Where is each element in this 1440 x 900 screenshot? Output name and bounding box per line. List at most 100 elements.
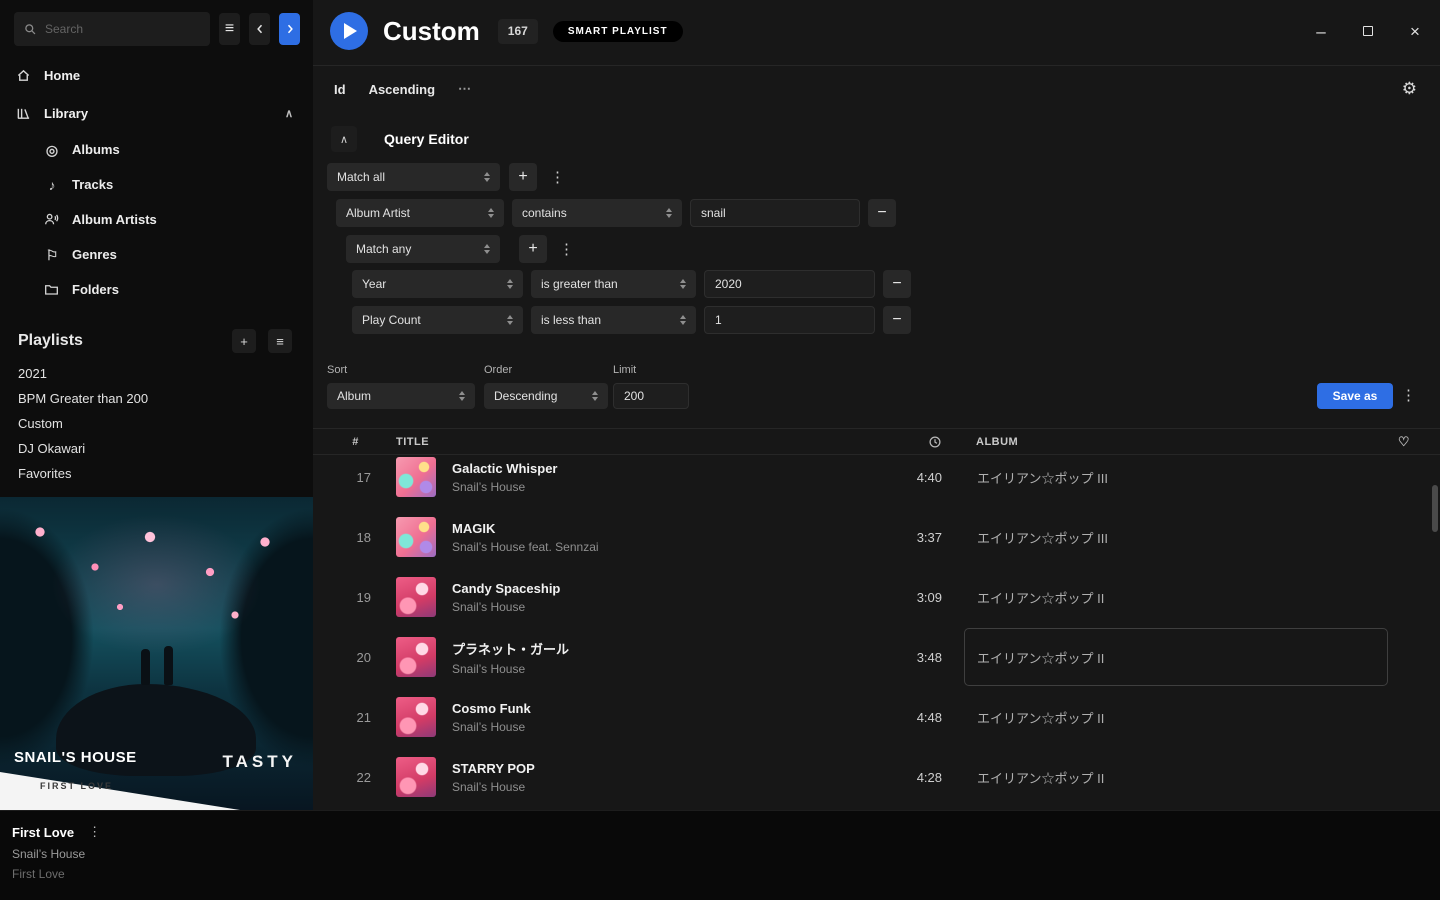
rule-field-select[interactable]: Album Artist [336,199,504,227]
column-title[interactable]: TITLE [396,436,862,448]
now-playing-artist[interactable]: Snail’s House [12,847,101,861]
table-row[interactable]: 22 STARRY POP Snail’s House 4:28 エイリアン☆ポ… [313,747,1440,807]
now-playing-album[interactable]: First Love [12,867,101,881]
table-row[interactable]: 18 MAGIK Snail’s House feat. Sennzai 3:3… [313,507,1440,567]
remove-rule-button[interactable]: − [868,199,896,227]
rule-operator-select[interactable]: contains [512,199,682,227]
close-button[interactable]: × [1406,22,1424,40]
table-row[interactable]: 17 Galactic Whisper Snail’s House 4:40 エ… [313,456,1440,507]
playlist-item[interactable]: BPM Greater than 200 [0,386,313,411]
playlist-list-button[interactable]: ≡ [268,329,292,353]
column-favorite[interactable]: ♡ [1398,434,1410,450]
minimize-button[interactable]: – [1312,22,1330,40]
chevron-up-icon: ∧ [340,134,348,146]
order-label: Order [484,364,512,376]
rule-field-select[interactable]: Year [352,270,523,298]
clock-icon [928,435,942,449]
order-select[interactable]: Descending [484,383,608,409]
add-playlist-button[interactable]: + [232,329,256,353]
sidebar-item-home[interactable]: Home [0,56,313,94]
track-album[interactable]: エイリアン☆ポップ III [964,456,1388,506]
sidebar-item-album-artists[interactable]: Album Artists [0,202,313,237]
track-number: 22 [340,770,371,785]
track-album[interactable]: エイリアン☆ポップ II [964,628,1388,686]
scrollbar-thumb[interactable] [1432,485,1438,532]
playlist-item[interactable]: 2021 [0,361,313,386]
track-album[interactable]: エイリアン☆ポップ III [964,508,1388,566]
limit-input[interactable] [613,383,689,409]
playlist-item[interactable]: Custom [0,411,313,436]
track-album[interactable]: エイリアン☆ポップ II [964,688,1388,746]
save-menu-button[interactable]: ⋮ [1397,386,1420,404]
column-index[interactable]: # [340,436,371,448]
main-content: Custom 167 SMART PLAYLIST – × Id Ascendi… [313,0,1440,810]
track-artist: Snail’s House [452,662,862,676]
rule-field-select[interactable]: Play Count [352,306,523,334]
search-box[interactable] [14,12,210,46]
group-menu-button[interactable]: ⋮ [555,240,578,258]
now-playing-artwork[interactable]: SNAIL'S HOUSE FIRST LOVE TASTY [0,497,313,810]
column-album[interactable]: ALBUM [964,436,1440,448]
playlists-title: Playlists [18,332,220,350]
sidebar-item-tracks[interactable]: ♪ Tracks [0,167,313,202]
add-group-rule-button[interactable]: + [519,235,547,263]
sidebar-item-folders[interactable]: Folders [0,272,313,307]
nav-forward-button[interactable] [279,13,300,45]
heart-icon: ♡ [1398,434,1410,449]
rule-value-input[interactable] [704,306,875,334]
settings-button[interactable]: ⚙ [1402,79,1417,99]
remove-rule-button[interactable]: − [883,306,911,334]
collapse-query-editor-button[interactable]: ∧ [331,126,357,152]
sidebar-item-library[interactable]: Library ∧ [0,94,313,132]
more-options-button[interactable]: ⋯ [458,81,472,97]
track-album[interactable]: エイリアン☆ポップ II [964,568,1388,626]
remove-rule-button[interactable]: − [883,270,911,298]
artwork-figure [141,649,150,685]
track-title: STARRY POP [452,761,862,776]
group-match-type-select[interactable]: Match any [346,235,500,263]
sort-field-button[interactable]: Id [334,82,346,97]
sidebar-item-genres[interactable]: ⚐ Genres [0,237,313,272]
rule-operator-select[interactable]: is less than [531,306,696,334]
table-row[interactable]: 19 Candy Spaceship Snail’s House 3:09 エイ… [313,567,1440,627]
save-as-button[interactable]: Save as [1317,383,1393,409]
sidebar-item-albums[interactable]: ◎ Albums [0,132,313,167]
genre-flag-icon: ⚐ [44,248,60,262]
playlist-item[interactable]: DJ Okawari [0,436,313,461]
add-rule-button[interactable]: + [509,163,537,191]
track-options-button[interactable]: ⋮ [88,824,101,840]
query-group-row: Match any + ⋮ [346,235,578,263]
sort-label: Sort [327,364,347,376]
artwork-figure [164,646,173,685]
rule-operator-select[interactable]: is greater than [531,270,696,298]
sidebar-toolbar: ≡ [0,0,313,56]
maximize-button[interactable] [1359,22,1377,40]
rule-value-input[interactable] [690,199,860,227]
track-duration: 3:48 [862,650,942,665]
track-album[interactable]: エイリアン☆ポップ II [964,748,1388,806]
track-artist: Snail’s House [452,600,862,614]
search-input[interactable] [45,22,200,36]
table-row[interactable]: 21 Cosmo Funk Snail’s House 4:48 エイリアン☆ポ… [313,687,1440,747]
sort-order-button[interactable]: Ascending [369,82,435,97]
table-row[interactable]: 20 プラネット・ガール Snail’s House 3:48 エイリアン☆ポッ… [313,627,1440,687]
track-duration: 3:09 [862,590,942,605]
chevron-up-icon[interactable]: ∧ [285,107,293,120]
select-arrows-icon [666,208,672,218]
limit-label: Limit [613,364,636,376]
kebab-icon: ⋮ [550,169,565,186]
menu-button[interactable]: ≡ [219,13,240,45]
track-number: 18 [340,530,371,545]
rule-menu-button[interactable]: ⋮ [546,168,569,186]
play-playlist-button[interactable] [330,12,368,50]
now-playing-title[interactable]: First Love [12,825,74,840]
playlist-item[interactable]: Favorites [0,461,313,486]
artwork-artist-text: SNAIL'S HOUSE [14,749,137,766]
match-type-select[interactable]: Match all [327,163,500,191]
column-duration[interactable] [862,435,942,449]
nav-back-button[interactable] [249,13,270,45]
minus-icon: − [877,204,886,222]
app-window: ≡ Home Library ∧ ◎ Albums ♪ Tracks [0,0,1440,900]
rule-value-input[interactable] [704,270,875,298]
sort-select[interactable]: Album [327,383,475,409]
